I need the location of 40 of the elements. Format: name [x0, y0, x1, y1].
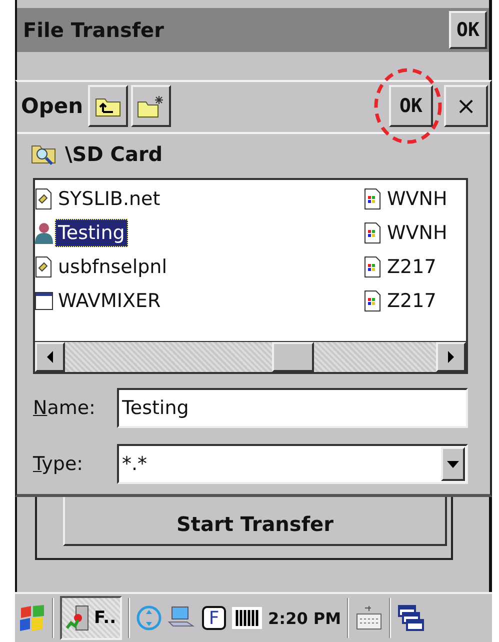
file-item[interactable]: Z217: [384, 253, 440, 281]
up-folder-button[interactable]: [88, 85, 128, 127]
file-item[interactable]: Testing: [55, 219, 128, 247]
barcode-icon[interactable]: [232, 607, 262, 629]
person-icon: [35, 222, 53, 244]
close-button[interactable]: ×: [444, 85, 488, 127]
file-item[interactable]: usbfnselpnl: [55, 253, 170, 281]
folder-sparkle-icon: [137, 94, 166, 118]
start-flag-icon[interactable]: [18, 604, 46, 632]
media-file-icon: [364, 222, 382, 244]
folder-path: \SD Card: [65, 142, 163, 166]
windows-stack-icon[interactable]: [397, 604, 426, 632]
file-item[interactable]: WVNH: [384, 185, 450, 213]
field-label: Name:: [33, 397, 96, 419]
file-item[interactable]: WAVMIXER: [55, 287, 164, 315]
media-file-icon: [364, 188, 382, 210]
scroll-thumb[interactable]: [272, 342, 314, 372]
file-item[interactable]: WVNH: [384, 219, 450, 247]
input-mode-indicator[interactable]: F: [202, 606, 226, 630]
new-folder-button[interactable]: [131, 85, 172, 127]
ok-button[interactable]: OK: [449, 11, 487, 49]
scroll-left-button[interactable]: [35, 342, 65, 372]
name-field[interactable]: Testing: [117, 388, 468, 428]
horizontal-scrollbar[interactable]: [35, 341, 466, 372]
type-dropdown[interactable]: *.*: [117, 444, 468, 484]
dropdown-arrow-icon: [447, 460, 459, 468]
window-title: File Transfer: [23, 18, 164, 42]
keyboard-icon[interactable]: [355, 604, 384, 632]
scroll-right-button[interactable]: [436, 342, 466, 372]
ok-button[interactable]: OK: [389, 85, 433, 127]
dialog-title: Open: [21, 94, 84, 118]
file-item[interactable]: SYSLIB.net: [55, 185, 164, 213]
clock-time[interactable]: 2:20 PM: [268, 608, 342, 628]
taskbar-app-button[interactable]: F..: [60, 596, 122, 640]
right-arrow-icon: [447, 351, 455, 363]
media-file-icon: [364, 256, 382, 278]
left-arrow-icon: [46, 351, 54, 363]
field-label: Type:: [33, 453, 84, 475]
media-file-icon: [364, 290, 382, 312]
file-item[interactable]: Z217: [384, 287, 440, 315]
